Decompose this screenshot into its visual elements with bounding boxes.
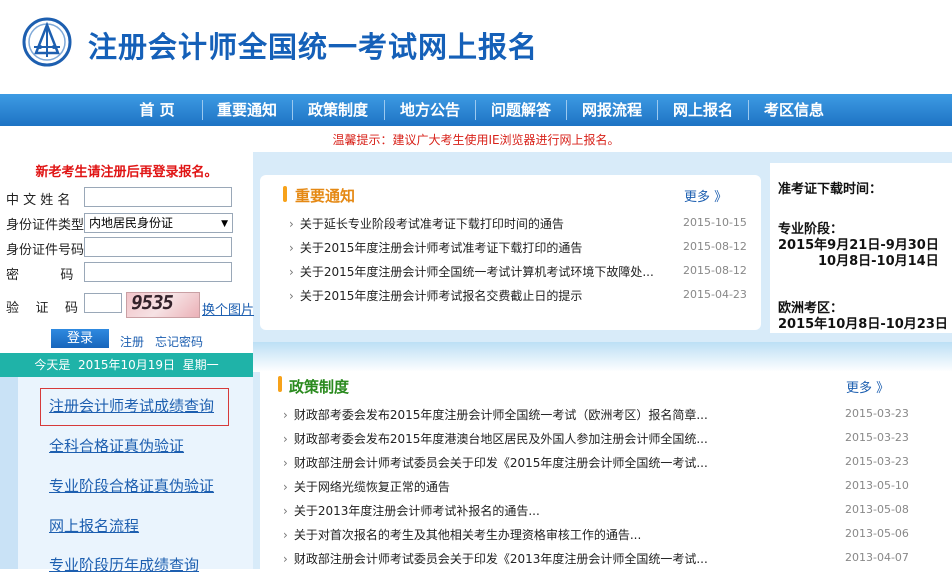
policy-date: 2013-05-08	[845, 503, 909, 516]
policy-date: 2013-05-06	[845, 527, 909, 540]
idno-label: 身份证件号码	[6, 243, 85, 258]
date-bar: 今天是 2015年10月19日 星期一	[0, 353, 253, 377]
captcha-code: 9535	[129, 292, 175, 314]
idtype-label: 身份证件类型	[6, 218, 85, 233]
notice-date: 2015-08-12	[683, 264, 747, 277]
policy-date: 2013-05-10	[845, 479, 909, 492]
nav-process[interactable]: 网报流程	[573, 94, 651, 126]
change-captcha-link[interactable]: 换个图片	[202, 299, 254, 318]
password-label: 密 码	[6, 268, 74, 283]
notice-date: 2015-04-23	[683, 288, 747, 301]
notice-title: 重要通知	[295, 187, 356, 205]
main-nav: 首 页 重要通知 政策制度 地方公告 问题解答 网报流程 网上报名 考区信息	[0, 94, 952, 126]
policy-item[interactable]: › 财政部注册会计师考试委员会关于印发《2013年度注册会计师全国统一考试...	[283, 550, 708, 567]
policy-date: 2013-04-07	[845, 551, 909, 564]
abacus-emblem-icon	[22, 17, 72, 67]
menu-score-query[interactable]: 注册会计师考试成绩查询	[49, 395, 214, 416]
notice-date: 2015-10-15	[683, 216, 747, 229]
nav-policy[interactable]: 政策制度	[299, 94, 377, 126]
password-input[interactable]	[84, 262, 232, 282]
menu-history-score-query[interactable]: 专业阶段历年成绩查询	[49, 554, 199, 575]
europe-area-dates: 2015年10月8日-10月23日	[778, 317, 948, 332]
policy-item[interactable]: › 财政部考委会发布2015年度注册会计师全国统一考试（欧洲考区）报名简章...	[283, 406, 708, 423]
nav-online-registration[interactable]: 网上报名	[664, 94, 742, 126]
tip-bar: 温馨提示：建议广大考生使用IE浏览器进行网上报名。	[0, 126, 952, 153]
policy-date: 2015-03-23	[845, 431, 909, 444]
menu-pro-cert-verify[interactable]: 专业阶段合格证真伪验证	[49, 475, 214, 496]
policy-title: 政策制度	[289, 378, 350, 396]
policy-item[interactable]: › 财政部注册会计师考试委员会关于印发《2015年度注册会计师全国统一考试...	[283, 454, 708, 471]
policy-item[interactable]: › 财政部考委会发布2015年度港澳台地区居民及外国人参加注册会计师全国统...	[283, 430, 708, 447]
policy-item[interactable]: › 关于对首次报名的考生及其他相关考生办理资格审核工作的通告...	[283, 526, 641, 543]
browser-tip: 温馨提示：建议广大考生使用IE浏览器进行网上报名。	[332, 133, 620, 147]
idno-input[interactable]	[84, 237, 232, 257]
menu-full-cert-verify[interactable]: 全科合格证真伪验证	[49, 435, 184, 456]
notice-title-bar	[283, 186, 287, 202]
idtype-select[interactable]: 内地居民身份证 ▼	[84, 213, 233, 233]
policy-title-bar	[278, 376, 282, 392]
policy-item[interactable]: › 关于2013年度注册会计师考试补报名的通告...	[283, 502, 540, 519]
notice-date: 2015-08-12	[683, 240, 747, 253]
name-label: 中 文 姓 名	[6, 193, 71, 208]
idtype-value: 内地居民身份证	[89, 216, 174, 230]
notice-item[interactable]: › 关于2015年度注册会计师考试准考证下载打印的通告	[289, 239, 582, 256]
login-hint: 新老考生请注册后再登录报名。	[35, 165, 218, 180]
chevron-down-icon: ▼	[221, 219, 228, 229]
policy-date: 2015-03-23	[845, 407, 909, 420]
notice-more-link[interactable]: 更多 》	[684, 186, 727, 205]
name-input[interactable]	[84, 187, 232, 207]
nav-local-announcements[interactable]: 地方公告	[391, 94, 469, 126]
policy-more-link[interactable]: 更多 》	[846, 377, 889, 396]
nav-faq[interactable]: 问题解答	[482, 94, 560, 126]
nav-important-notice[interactable]: 重要通知	[208, 94, 286, 126]
register-link[interactable]: 注册	[120, 333, 144, 350]
login-button[interactable]: 登录	[51, 329, 109, 348]
notice-item[interactable]: › 关于2015年度注册会计师考试报名交费截止日的提示	[289, 287, 582, 304]
notice-item[interactable]: › 关于延长专业阶段考试准考证下载打印时间的通告	[289, 215, 564, 232]
left-menu-strip	[0, 377, 18, 569]
forgot-password-link[interactable]: 忘记密码	[155, 333, 203, 350]
site-title: 注册会计师全国统一考试网上报名	[88, 30, 539, 64]
content-divider	[253, 342, 952, 372]
pro-stage-dates-2: 10月8日-10月14日	[818, 254, 939, 269]
notice-item[interactable]: › 关于2015年度注册会计师全国统一考试计算机考试环境下故障处...	[289, 263, 654, 280]
nav-home[interactable]: 首 页	[118, 94, 196, 126]
menu-registration-process[interactable]: 网上报名流程	[49, 515, 139, 536]
policy-item[interactable]: › 关于网络光缆恢复正常的通告	[283, 478, 450, 495]
captcha-label: 验 证 码	[6, 301, 79, 316]
exam-info-title: 准考证下载时间：	[778, 182, 883, 197]
policy-date: 2015-03-23	[845, 455, 909, 468]
captcha-input[interactable]	[84, 293, 122, 313]
nav-exam-area-info[interactable]: 考区信息	[755, 94, 833, 126]
